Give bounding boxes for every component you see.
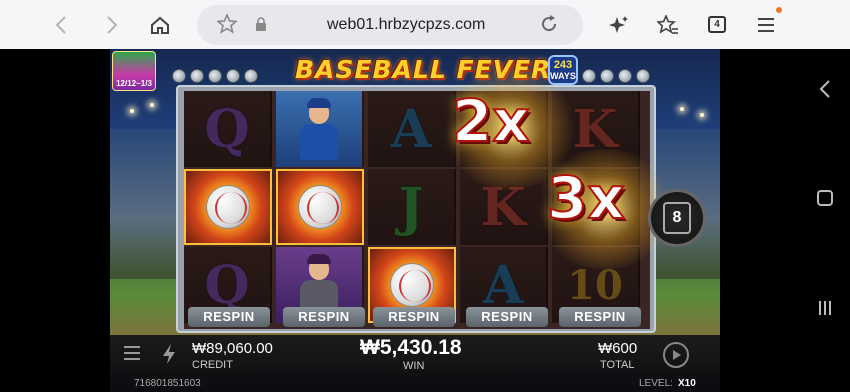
total-bet-value[interactable]: ₩600 <box>598 340 637 357</box>
symbol-q: Q <box>184 91 272 167</box>
ways-label: WAYS <box>550 71 576 81</box>
rivet <box>208 69 222 83</box>
rivet <box>226 69 240 83</box>
promo-date: 12/12~1/3 <box>116 79 152 88</box>
symbol-label: J <box>398 176 424 238</box>
rivet-row-left <box>172 69 258 83</box>
rivet <box>636 69 650 83</box>
hamburger-icon[interactable] <box>124 346 140 360</box>
level-label: LEVEL: <box>639 378 673 389</box>
slot-game[interactable]: 12/12~1/3 BASEBALL FEVER 243 WAYS Q Q A … <box>110 49 720 392</box>
batter-icon <box>296 98 342 160</box>
baseball-icon <box>390 263 434 307</box>
ways-number: 243 <box>553 59 573 71</box>
notification-dot <box>776 7 782 13</box>
rivet <box>172 69 186 83</box>
multiplier-2x: 2x <box>451 86 531 156</box>
stadium-light <box>680 107 684 111</box>
rivet-row-right <box>582 69 650 83</box>
nav-home-icon[interactable] <box>814 187 836 209</box>
rivet <box>190 69 204 83</box>
rivet <box>582 69 596 83</box>
total-label: TOTAL <box>600 359 635 371</box>
symbol-label: Q <box>204 98 250 160</box>
symbol-label: 10 <box>567 261 623 309</box>
address-bar[interactable]: web01.hrbzycpzs.com <box>197 5 583 45</box>
nav-recents-icon[interactable] <box>814 297 836 319</box>
bookmarks-icon[interactable] <box>651 8 685 42</box>
win-value: ₩5,430.18 <box>360 336 462 359</box>
rivet <box>600 69 614 83</box>
forward-icon[interactable] <box>95 8 129 42</box>
symbol-label: A <box>390 98 432 160</box>
respin-button[interactable]: RESPIN <box>188 307 270 327</box>
stadium-light <box>700 113 704 117</box>
bolt-icon[interactable] <box>161 343 177 365</box>
win-label: WIN <box>403 360 425 372</box>
spin-icon[interactable] <box>663 342 689 368</box>
reload-icon[interactable] <box>539 14 559 39</box>
browser-toolbar: web01.hrbzycpzs.com 4 <box>0 0 850 49</box>
stadium-light <box>150 103 154 107</box>
back-icon[interactable] <box>44 8 78 42</box>
stadium-light <box>130 109 134 113</box>
stadium-stand-left <box>110 129 185 279</box>
respin-counter-value: 8 <box>663 202 691 234</box>
tabs-icon[interactable]: 4 <box>708 16 726 33</box>
star-icon[interactable] <box>215 12 239 39</box>
level-value: X10 <box>678 378 696 389</box>
respin-button[interactable]: RESPIN <box>373 307 455 327</box>
rivet <box>618 69 632 83</box>
multiplier-3x: 3x <box>546 163 626 233</box>
baseball-symbol <box>184 169 272 245</box>
url-text: web01.hrbzycpzs.com <box>327 16 486 33</box>
system-nav-bar <box>800 49 850 392</box>
credit-label: CREDIT <box>192 359 233 371</box>
respin-button[interactable]: RESPIN <box>466 307 548 327</box>
lock-icon <box>255 17 267 37</box>
round-id: 716801851603 <box>134 378 201 389</box>
batter-symbol <box>276 91 364 167</box>
baseball-symbol <box>276 169 364 245</box>
game-bottom-bar: ₩89,060.00 CREDIT ₩5,430.18 WIN ₩600 TOT… <box>110 335 720 392</box>
rivet <box>244 69 258 83</box>
credit-value: ₩89,060.00 <box>192 340 273 357</box>
baseball-icon <box>298 185 342 229</box>
symbol-j: J <box>368 169 456 245</box>
promo-banner[interactable]: 12/12~1/3 <box>112 51 156 91</box>
left-letterbox <box>0 49 110 392</box>
baseball-icon <box>206 185 250 229</box>
respin-counter: 8 <box>648 189 706 247</box>
respin-button[interactable]: RESPIN <box>559 307 641 327</box>
home-icon[interactable] <box>143 8 177 42</box>
respin-button[interactable]: RESPIN <box>283 307 365 327</box>
sparkle-icon[interactable] <box>602 8 636 42</box>
nav-back-icon[interactable] <box>814 78 836 100</box>
menu-icon[interactable] <box>749 8 783 42</box>
